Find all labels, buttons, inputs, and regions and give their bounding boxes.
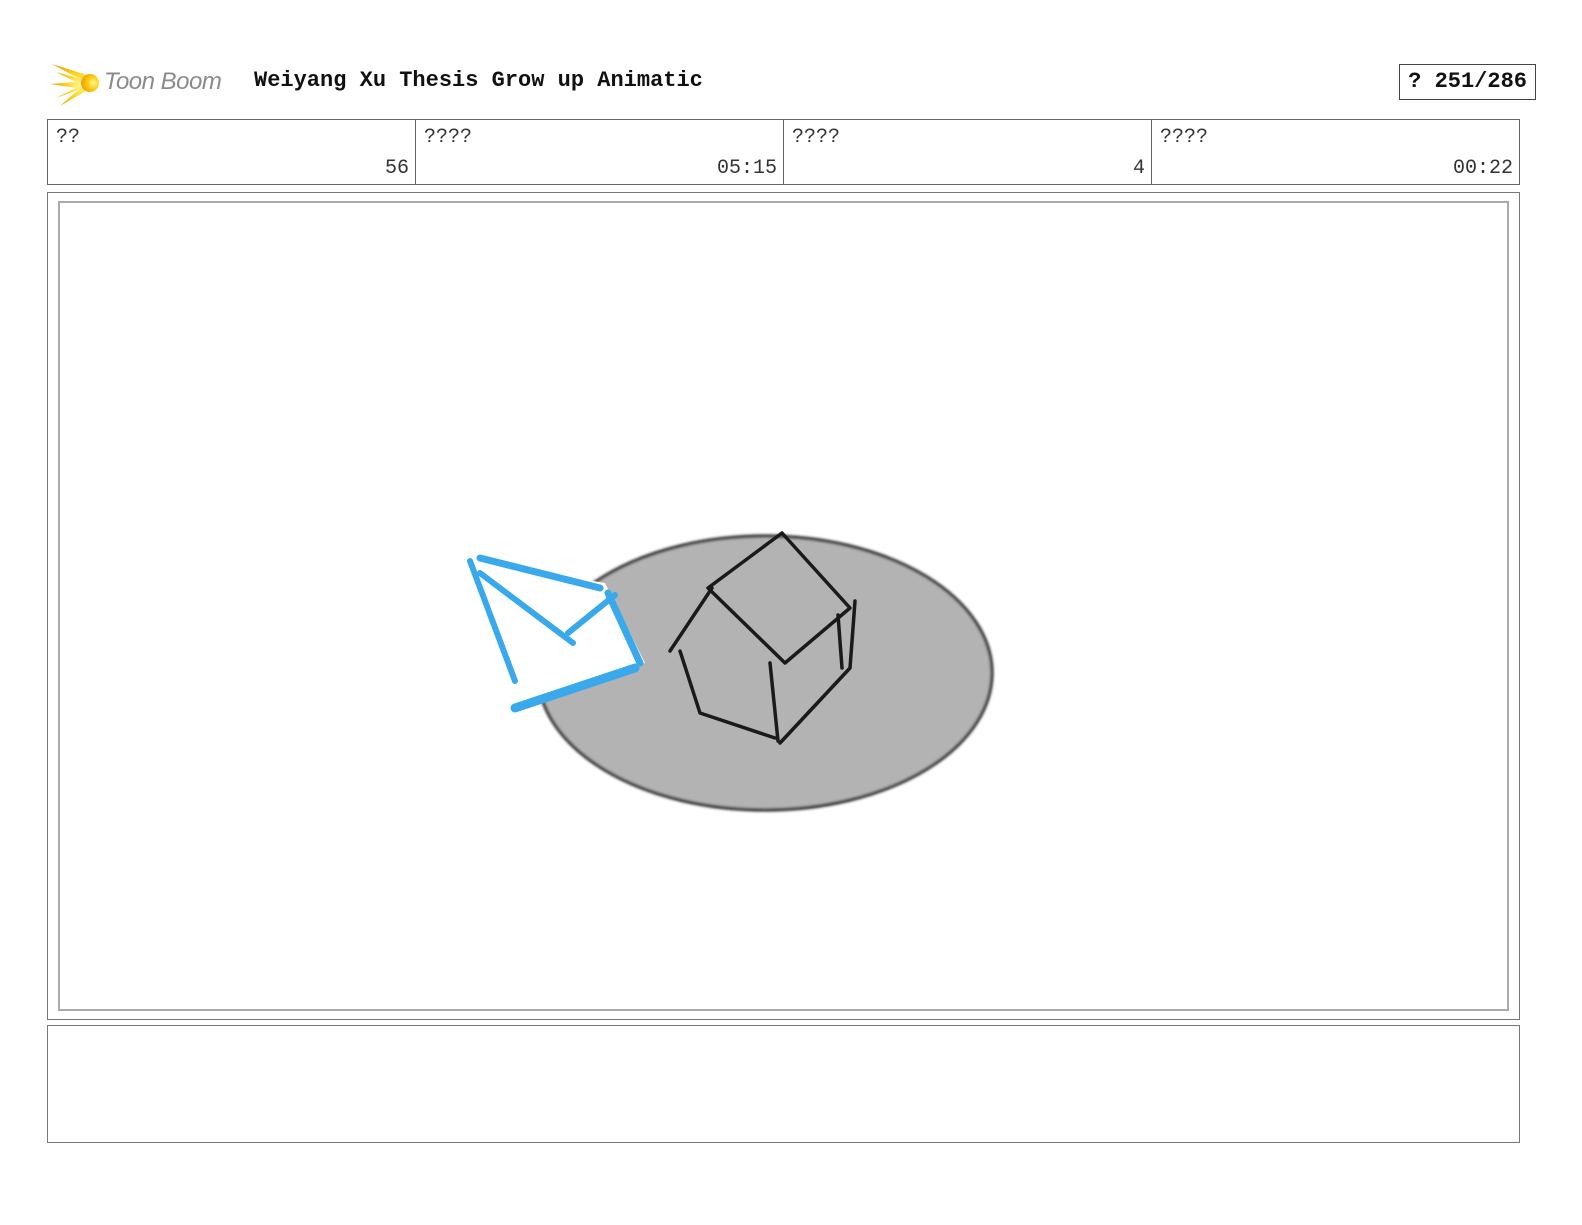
info-value: 05:15: [716, 157, 777, 180]
info-cell-panel: ???? 4: [784, 120, 1152, 184]
shot-info-table: ?? 56 ???? 05:15 ???? 4 ???? 00:22: [47, 119, 1520, 185]
toon-boom-logo: Toon Boom: [48, 58, 248, 108]
storyboard-panel-image: [58, 201, 1509, 1011]
panel-sketch: [467, 531, 994, 812]
info-label: ????: [424, 126, 473, 149]
info-cell-duration: ???? 05:15: [416, 120, 784, 184]
document-title: Weiyang Xu Thesis Grow up Animatic: [254, 68, 703, 93]
info-cell-scene: ?? 56: [48, 120, 416, 184]
page-indicator: ? 251/286: [1399, 64, 1536, 100]
toon-boom-starburst-icon: [50, 64, 99, 106]
logo-text: Toon Boom: [104, 68, 222, 95]
panel-notes-box: [47, 1025, 1520, 1143]
info-value: 00:22: [1452, 157, 1513, 180]
page-header: Toon Boom Weiyang Xu Thesis Grow up Anim…: [48, 56, 1536, 108]
info-cell-panel-duration: ???? 00:22: [1152, 120, 1519, 184]
info-label: ????: [1160, 126, 1209, 149]
storyboard-panel-frame: [47, 192, 1520, 1020]
info-label: ??: [56, 126, 81, 149]
info-value: 4: [1132, 157, 1145, 180]
info-label: ????: [792, 126, 841, 149]
info-value: 56: [384, 157, 409, 180]
